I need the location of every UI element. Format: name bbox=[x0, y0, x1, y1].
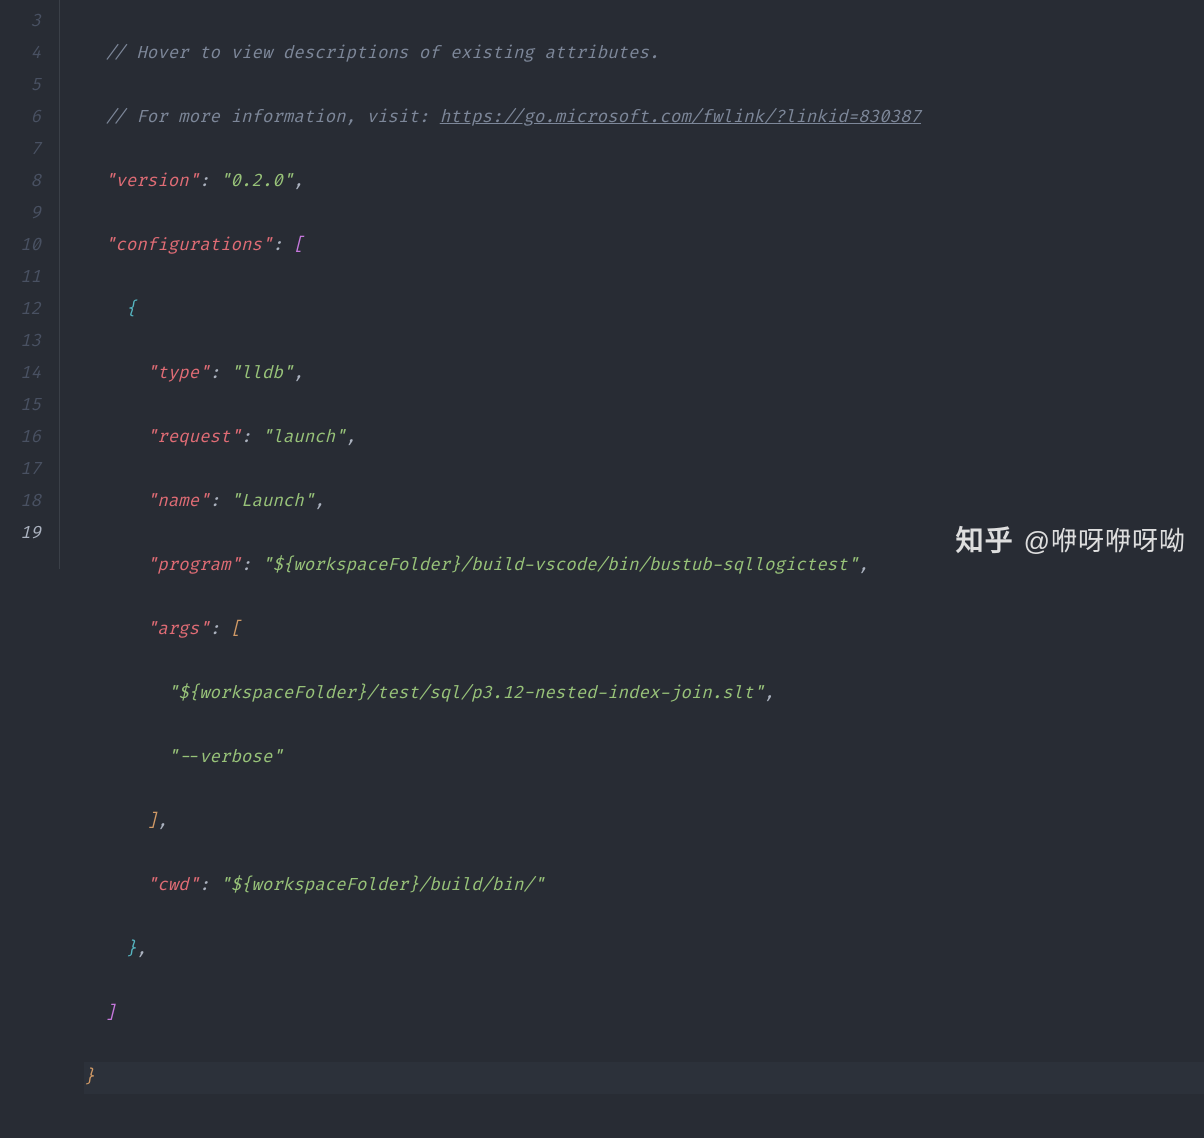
close-bracket: ] bbox=[105, 1003, 115, 1024]
json-string: "lldb" bbox=[231, 363, 294, 384]
code-line-active: } bbox=[84, 1062, 1204, 1094]
json-string: "${workspaceFolder}/build-vscode/bin/bus… bbox=[262, 555, 858, 576]
line-number: 19 bbox=[0, 518, 41, 550]
json-string: "--verbose" bbox=[168, 747, 283, 768]
close-brace: } bbox=[126, 939, 136, 960]
json-key: "name" bbox=[147, 491, 210, 512]
comment-text: // Hover to view descriptions of existin… bbox=[105, 43, 659, 64]
json-key: "type" bbox=[147, 363, 210, 384]
json-string: "${workspaceFolder}/build/bin/" bbox=[220, 875, 544, 896]
line-number: 7 bbox=[0, 134, 41, 166]
code-line: "cwd": "${workspaceFolder}/build/bin/" bbox=[84, 870, 1204, 902]
comma: , bbox=[293, 363, 303, 384]
json-string: "0.2.0" bbox=[220, 171, 293, 192]
comment-text: // For more information, visit: https://… bbox=[105, 107, 921, 128]
code-area[interactable]: // Hover to view descriptions of existin… bbox=[60, 0, 1204, 569]
code-line: "--verbose" bbox=[84, 742, 1204, 774]
json-key: "cwd" bbox=[147, 875, 199, 896]
line-number: 11 bbox=[0, 262, 41, 294]
code-line: ], bbox=[84, 806, 1204, 838]
code-line: "configurations": [ bbox=[84, 230, 1204, 262]
code-line: "${workspaceFolder}/test/sql/p3.12-neste… bbox=[84, 678, 1204, 710]
line-number: 13 bbox=[0, 326, 41, 358]
code-editor[interactable]: 345678910111213141516171819 // Hover to … bbox=[0, 0, 1204, 569]
open-bracket: [ bbox=[293, 235, 303, 256]
json-string: "${workspaceFolder}/test/sql/p3.12-neste… bbox=[168, 683, 764, 704]
colon: : bbox=[241, 555, 262, 576]
json-key: "args" bbox=[147, 619, 210, 640]
comma: , bbox=[764, 683, 774, 704]
comma: , bbox=[314, 491, 324, 512]
watermark: 知乎 @咿呀咿呀呦 bbox=[956, 525, 1186, 557]
code-line: "name": "Launch", bbox=[84, 486, 1204, 518]
code-line: { bbox=[84, 294, 1204, 326]
comma: , bbox=[346, 427, 356, 448]
line-number: 10 bbox=[0, 230, 41, 262]
watermark-author: @咿呀咿呀呦 bbox=[1024, 525, 1186, 557]
line-number: 8 bbox=[0, 166, 41, 198]
line-number: 14 bbox=[0, 358, 41, 390]
line-number: 3 bbox=[0, 6, 41, 38]
line-number-gutter: 345678910111213141516171819 bbox=[0, 0, 60, 569]
close-brace: } bbox=[84, 1067, 94, 1088]
colon: : bbox=[241, 427, 262, 448]
colon: : bbox=[210, 491, 231, 512]
comma: , bbox=[136, 939, 146, 960]
json-string: "launch" bbox=[262, 427, 346, 448]
code-line: "args": [ bbox=[84, 614, 1204, 646]
json-string: "Launch" bbox=[231, 491, 315, 512]
line-number: 4 bbox=[0, 38, 41, 70]
json-key: "version" bbox=[105, 171, 199, 192]
line-number: 16 bbox=[0, 422, 41, 454]
doc-link[interactable]: https://go.microsoft.com/fwlink/?linkid=… bbox=[440, 107, 921, 128]
comma: , bbox=[858, 555, 868, 576]
colon: : bbox=[210, 619, 231, 640]
comma: , bbox=[293, 171, 303, 192]
colon: : bbox=[199, 875, 220, 896]
code-line: // For more information, visit: https://… bbox=[84, 102, 1204, 134]
colon: : bbox=[199, 171, 220, 192]
line-number: 6 bbox=[0, 102, 41, 134]
code-line: ] bbox=[84, 998, 1204, 1030]
json-key: "program" bbox=[147, 555, 241, 576]
colon: : bbox=[272, 235, 293, 256]
close-bracket: ] bbox=[147, 811, 157, 832]
code-line: // Hover to view descriptions of existin… bbox=[84, 38, 1204, 70]
code-line: "request": "launch", bbox=[84, 422, 1204, 454]
line-number: 18 bbox=[0, 486, 41, 518]
line-number: 12 bbox=[0, 294, 41, 326]
open-bracket: [ bbox=[231, 619, 241, 640]
code-line: "type": "lldb", bbox=[84, 358, 1204, 390]
zhihu-logo: 知乎 bbox=[956, 525, 1014, 557]
line-number: 17 bbox=[0, 454, 41, 486]
colon: : bbox=[210, 363, 231, 384]
json-key: "configurations" bbox=[105, 235, 272, 256]
open-brace: { bbox=[126, 299, 136, 320]
json-key: "request" bbox=[147, 427, 241, 448]
line-number: 15 bbox=[0, 390, 41, 422]
code-line: }, bbox=[84, 934, 1204, 966]
line-number: 9 bbox=[0, 198, 41, 230]
code-line: "version": "0.2.0", bbox=[84, 166, 1204, 198]
line-number: 5 bbox=[0, 70, 41, 102]
comma: , bbox=[157, 811, 167, 832]
comment-prefix: // For more information, visit: bbox=[105, 107, 440, 128]
